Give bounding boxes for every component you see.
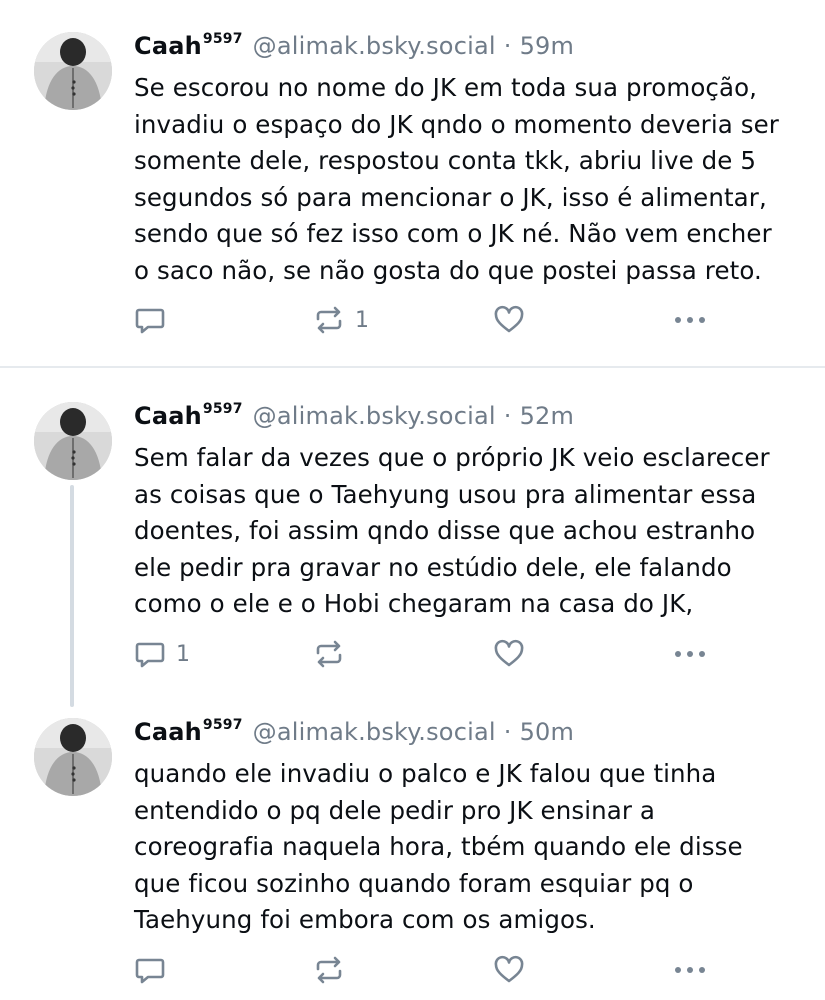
post-text-line: Se escorou no nome do JK em toda sua pro… (134, 73, 758, 102)
post-text-line: segundos só para mencionar o JK, isso é … (134, 182, 767, 212)
reply-button[interactable] (134, 950, 176, 990)
reply-button[interactable]: 1 (134, 634, 190, 674)
post-text: Sem falar da vezes que o próprio JK veio… (134, 440, 824, 623)
post-time[interactable]: 59m (520, 32, 575, 60)
heart-icon (494, 955, 524, 983)
post-text-line: doentes, foi assim qndo disse que achou … (134, 516, 756, 545)
post-text-line: Taehyung foi embora com os amigos. (134, 905, 596, 934)
repost-button[interactable] (313, 634, 355, 674)
post-actions (0, 950, 825, 990)
post-3[interactable]: Caah9597 @alimak.bsky.social · 50m quand… (0, 716, 825, 996)
more-button[interactable] (670, 634, 710, 674)
reply-icon (135, 958, 165, 984)
reply-icon (135, 642, 165, 668)
post-1[interactable]: Caah9597 @alimak.bsky.social · 59m Se es… (0, 30, 825, 350)
author-name[interactable]: Caah9597 (134, 31, 243, 60)
author-superscript: 9597 (202, 31, 243, 47)
post-time[interactable]: 50m (520, 718, 575, 746)
repost-button[interactable]: 1 (313, 300, 369, 340)
avatar[interactable] (34, 32, 112, 110)
like-button[interactable] (493, 634, 535, 674)
reply-icon (135, 308, 165, 334)
post-text-line: Sem falar da vezes que o próprio JK veio… (134, 443, 770, 472)
post-text-line: somente dele, respostou conta tkk, abriu… (134, 146, 757, 175)
heart-icon (494, 639, 524, 667)
repost-icon (316, 306, 342, 334)
repost-count: 1 (355, 307, 369, 333)
post-text-line: as coisas que o Taehyung usou pra alimen… (134, 479, 757, 509)
post-header: Caah9597 @alimak.bsky.social · 52m (134, 401, 575, 438)
heart-icon (494, 305, 524, 333)
author-name[interactable]: Caah9597 (134, 401, 243, 430)
author-name[interactable]: Caah9597 (134, 717, 243, 746)
repost-icon (316, 956, 342, 984)
post-text-line: que ficou sozinho quando foram esquiar p… (134, 868, 694, 898)
post-header: Caah9597 @alimak.bsky.social · 59m (134, 31, 575, 68)
post-text-line: entendido o pq dele pedir pro JK ensinar… (134, 795, 656, 825)
post-text-line: coreografia naquela hora, tbém quando el… (134, 832, 743, 861)
post-text-line: como o ele e o Hobi chegaram na casa do … (134, 589, 694, 618)
post-text: Se escorou no nome do JK em toda sua pro… (134, 70, 824, 289)
separator-dot: · (503, 402, 512, 430)
reply-button[interactable] (134, 300, 176, 340)
post-text: quando ele invadiu o palco e JK falou qu… (134, 756, 824, 939)
author-handle[interactable]: @alimak.bsky.social (253, 402, 496, 430)
more-icon (675, 651, 705, 657)
author-superscript: 9597 (202, 401, 243, 417)
avatar[interactable] (34, 402, 112, 480)
more-button[interactable] (670, 950, 710, 990)
like-button[interactable] (493, 950, 535, 990)
repost-icon (316, 640, 342, 668)
post-2[interactable]: Caah9597 @alimak.bsky.social · 52m Sem f… (0, 400, 825, 700)
author-superscript: 9597 (202, 717, 243, 733)
repost-button[interactable] (313, 950, 355, 990)
post-text-line: invadiu o espaço do JK qndo o momento de… (134, 109, 779, 139)
more-icon (675, 317, 705, 323)
post-divider (0, 366, 825, 368)
reply-count: 1 (176, 641, 190, 667)
separator-dot: · (503, 718, 512, 746)
post-actions: 1 (0, 300, 825, 340)
post-actions: 1 (0, 634, 825, 674)
post-text-line: sendo que só fez isso com o JK né. Não v… (134, 219, 772, 248)
post-text-line: o saco não, se não gosta do que postei p… (134, 255, 762, 285)
post-text-line: quando ele invadiu o palco e JK falou qu… (134, 759, 717, 788)
avatar[interactable] (34, 718, 112, 796)
author-handle[interactable]: @alimak.bsky.social (253, 718, 496, 746)
post-header: Caah9597 @alimak.bsky.social · 50m (134, 717, 575, 754)
post-time[interactable]: 52m (520, 402, 575, 430)
post-text-line: ele pedir pra gravar no estúdio dele, el… (134, 552, 732, 582)
more-icon (675, 967, 705, 973)
separator-dot: · (503, 32, 512, 60)
author-handle[interactable]: @alimak.bsky.social (253, 32, 496, 60)
more-button[interactable] (670, 300, 710, 340)
like-button[interactable] (493, 300, 535, 340)
